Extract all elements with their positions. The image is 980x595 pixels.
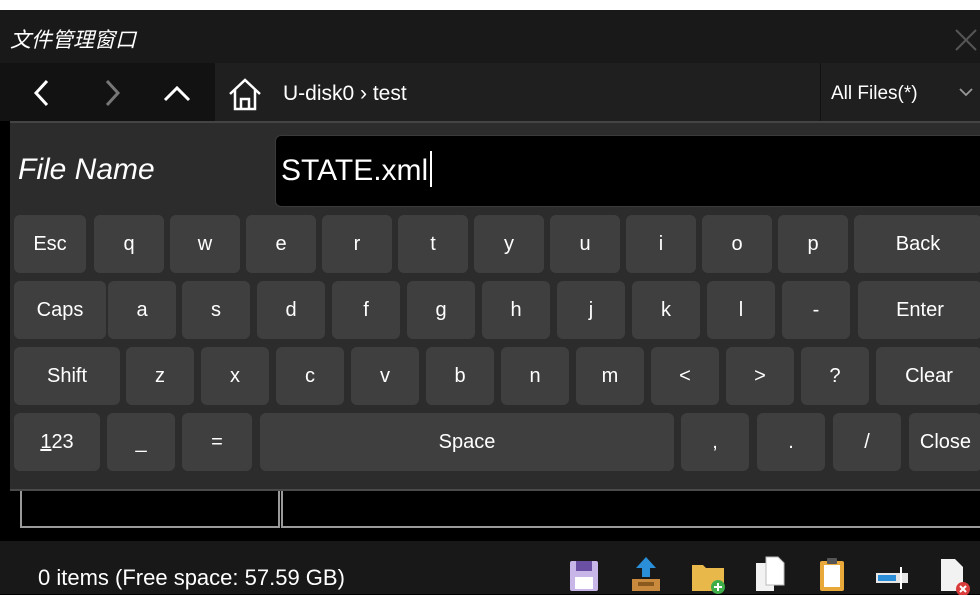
key-z[interactable]: z <box>126 347 194 405</box>
key-j[interactable]: j <box>557 281 625 339</box>
file-name-input[interactable]: STATE.xml <box>275 135 980 207</box>
key-o[interactable]: o <box>702 215 772 273</box>
breadcrumb-path: U-disk0 › test <box>283 82 407 105</box>
key-less-than[interactable]: < <box>651 347 719 405</box>
file-list-column <box>281 486 980 528</box>
key-i[interactable]: i <box>626 215 696 273</box>
rename-icon[interactable] <box>874 553 910 595</box>
key-shift[interactable]: Shift <box>14 347 120 405</box>
key-caps[interactable]: Caps <box>14 281 106 339</box>
file-name-value: STATE.xml <box>281 154 429 187</box>
key-comma[interactable]: , <box>681 413 749 471</box>
key-m[interactable]: m <box>576 347 644 405</box>
new-folder-icon[interactable] <box>690 553 726 595</box>
key-u[interactable]: u <box>550 215 620 273</box>
key-underscore[interactable]: _ <box>107 413 175 471</box>
key-clear[interactable]: Clear <box>876 347 980 405</box>
key-t[interactable]: t <box>398 215 468 273</box>
top-strip <box>0 0 980 10</box>
key-dash[interactable]: - <box>782 281 850 339</box>
key-back[interactable]: Back <box>854 215 980 273</box>
chevron-up-icon[interactable] <box>157 73 197 113</box>
window-title: 文件管理窗口 <box>10 29 136 52</box>
key-greater-than[interactable]: > <box>726 347 794 405</box>
delete-file-icon[interactable] <box>935 553 971 595</box>
key-123-rest: 23 <box>51 430 74 453</box>
key-e[interactable]: e <box>246 215 316 273</box>
key-b[interactable]: b <box>426 347 494 405</box>
key-slash[interactable]: / <box>833 413 901 471</box>
key-period[interactable]: . <box>757 413 825 471</box>
key-w[interactable]: w <box>170 215 240 273</box>
key-h[interactable]: h <box>482 281 550 339</box>
upload-icon[interactable] <box>628 553 664 595</box>
virtual-keyboard-panel: File Name STATE.xml Esc q w e r t y u i … <box>10 121 980 491</box>
chevron-right-icon[interactable] <box>92 73 132 113</box>
file-filter-value: All Files(*) <box>831 83 918 104</box>
breadcrumb[interactable]: U-disk0 › test <box>215 63 820 121</box>
key-a[interactable]: a <box>108 281 176 339</box>
file-filter-select[interactable]: All Files(*) <box>821 63 980 121</box>
key-123-underlined: 1 <box>40 430 52 453</box>
navigation-bar: U-disk0 › test All Files(*) <box>0 63 980 121</box>
key-v[interactable]: v <box>351 347 419 405</box>
key-n[interactable]: n <box>501 347 569 405</box>
key-x[interactable]: x <box>201 347 269 405</box>
copy-icon[interactable] <box>752 553 788 595</box>
key-d[interactable]: d <box>257 281 325 339</box>
key-q[interactable]: q <box>94 215 164 273</box>
key-k[interactable]: k <box>632 281 700 339</box>
key-equals[interactable]: = <box>182 413 252 471</box>
key-s[interactable]: s <box>182 281 250 339</box>
file-name-label: File Name <box>18 153 155 186</box>
key-g[interactable]: g <box>407 281 475 339</box>
key-123[interactable]: 1 23 <box>14 413 100 471</box>
key-c[interactable]: c <box>276 347 344 405</box>
key-space[interactable]: Space <box>260 413 674 471</box>
save-icon[interactable] <box>566 553 602 595</box>
paste-icon[interactable] <box>814 553 850 595</box>
text-caret <box>430 151 433 188</box>
key-r[interactable]: r <box>322 215 392 273</box>
home-icon[interactable] <box>227 77 263 111</box>
key-enter[interactable]: Enter <box>858 281 980 339</box>
key-close[interactable]: Close <box>909 413 980 471</box>
key-question[interactable]: ? <box>801 347 869 405</box>
key-l[interactable]: l <box>707 281 775 339</box>
key-y[interactable]: y <box>474 215 544 273</box>
title-bar: 文件管理窗口 <box>0 10 980 63</box>
status-bar: 0 items (Free space: 57.59 GB) <box>0 541 980 595</box>
chevron-left-icon[interactable] <box>22 73 62 113</box>
chevron-down-icon[interactable] <box>958 85 974 99</box>
file-list-column <box>20 486 280 528</box>
close-icon[interactable] <box>950 22 980 52</box>
key-f[interactable]: f <box>332 281 400 339</box>
key-p[interactable]: p <box>778 215 848 273</box>
status-text: 0 items (Free space: 57.59 GB) <box>38 565 345 590</box>
key-esc[interactable]: Esc <box>14 215 86 273</box>
